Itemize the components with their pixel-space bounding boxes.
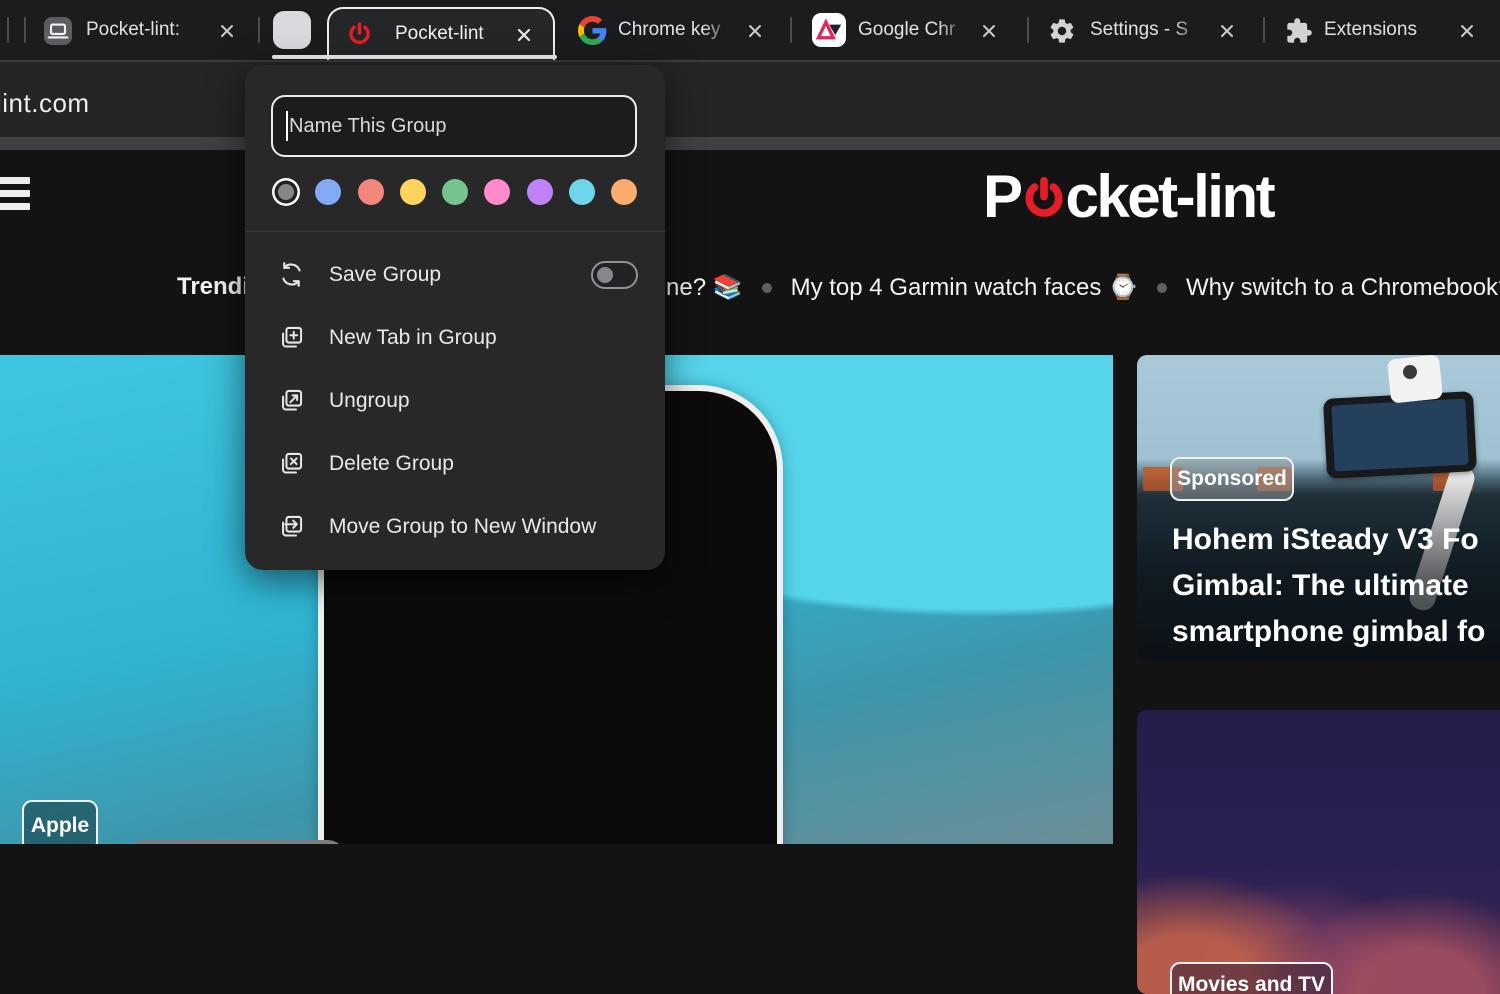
menu-item-label: Delete Group [329,451,454,475]
color-swatch-yellow[interactable] [399,179,426,205]
tab-title: Pocket-lint: [86,19,180,40]
gear-icon [1048,17,1076,45]
tab-separator [24,17,26,43]
power-icon [346,21,373,48]
color-swatch-cyan[interactable] [568,179,595,205]
logo-text-suffix: cket-lint [1065,162,1276,230]
tab-chrome-key[interactable]: Chrome key [570,0,775,60]
color-swatch-grey[interactable] [278,184,294,200]
tab-title: Google Chr [858,19,956,40]
pocket-lint-logo[interactable]: P cket-lint [983,162,1276,230]
puzzle-icon [1285,17,1313,45]
color-swatch-pink[interactable] [484,179,511,205]
tab-pocket-lint-active[interactable]: Pocket-lint [327,7,555,60]
low-battery-icon [125,840,347,844]
menu-item-delete-group[interactable]: Delete Group [245,432,665,495]
tab-group-editor-popup: Save Group New Tab in Group Ungroup [245,65,665,570]
color-swatch-green[interactable] [442,179,468,205]
menu-item-move-group-new-window[interactable]: Move Group to New Window [245,495,665,558]
browser-toolbar: lint.com [0,60,1500,137]
divider [245,231,665,232]
category-badge-movies-tv[interactable]: Movies and TV [1170,962,1333,994]
ungroup-icon [278,387,305,414]
tab-settings[interactable]: Settings - S [1044,0,1244,60]
move-group-icon [278,513,305,540]
tab-title: Chrome key [618,19,721,40]
menu-item-label: Save Group [329,262,442,286]
article-headline[interactable]: Hohem iSteady V3 Fo Gimbal: The ultimate… [1172,517,1485,655]
tab-separator [258,17,260,43]
tab-google-chrome[interactable]: Google Chr [808,0,1010,60]
sync-icon [278,261,305,288]
menu-item-save-group[interactable]: Save Group [245,243,665,306]
group-name-input[interactable] [271,95,637,157]
menu-item-label: New Tab in Group [329,325,497,349]
laptop-icon [44,17,72,45]
toolbar-bottom-strip [0,137,1500,150]
movies-article-card[interactable]: Movies and TV [1137,710,1500,994]
dot-separator [1156,282,1167,293]
tab-title: Extensions [1324,19,1417,40]
close-icon[interactable] [513,24,535,46]
sponsored-badge: Sponsored [1170,457,1294,501]
color-swatch-orange[interactable] [611,179,637,205]
tab-separator [1027,17,1029,43]
tab-separator [7,17,9,43]
category-badge-apple[interactable]: Apple [22,800,98,844]
menu-item-label: Move Group to New Window [329,514,597,538]
dot-separator [761,282,772,293]
close-icon[interactable] [744,20,766,42]
group-color-picker [273,177,637,207]
tab-strip: Pocket-lint: Pocket-lint Chrome key Goog… [0,0,1500,60]
av-logo-icon [812,13,846,47]
close-icon[interactable] [1216,20,1238,42]
power-icon [1023,175,1065,223]
color-swatch-red[interactable] [357,179,384,205]
tab-extensions[interactable]: Extensions [1280,0,1490,60]
close-icon[interactable] [216,20,238,42]
logo-text-prefix: P [983,162,1023,230]
tab-separator [1263,17,1265,43]
tab-pocket-lint-first[interactable]: Pocket-lint: [36,0,248,60]
close-icon[interactable] [1456,20,1478,42]
hamburger-menu-icon[interactable] [0,177,30,215]
tab-separator [790,17,792,43]
color-swatch-purple[interactable] [526,179,553,205]
google-g-icon [578,16,607,45]
menu-item-new-tab-in-group[interactable]: New Tab in Group [245,306,665,369]
color-swatch-blue[interactable] [315,179,342,205]
tab-title: Settings - S [1090,19,1189,40]
close-icon[interactable] [978,20,1000,42]
tab-group-chip[interactable] [273,11,311,49]
trending-item-fragment[interactable]: ne? 📚 [666,273,743,302]
gimbal-mount [1386,355,1444,404]
new-tab-in-group-icon [278,324,305,351]
page-content: P cket-lint Trending ne? 📚 My top 4 Garm… [0,150,1500,994]
text-caret [286,111,288,141]
sponsored-article-card[interactable]: Sponsored Hohem iSteady V3 Fo Gimbal: Th… [1137,355,1500,660]
tab-title: Pocket-lint [395,23,484,44]
trending-item[interactable]: Why switch to a Chromebook? 💻 [1186,273,1500,302]
delete-group-icon [278,450,305,477]
save-group-toggle[interactable] [591,260,638,289]
address-bar[interactable]: lint.com [0,88,90,119]
menu-item-label: Ungroup [329,388,410,412]
trending-bar: ne? 📚 My top 4 Garmin watch faces ⌚ Why … [666,273,1500,302]
tab-group-underline [272,55,557,59]
trending-item[interactable]: My top 4 Garmin watch faces ⌚ [791,273,1138,302]
menu-item-ungroup[interactable]: Ungroup [245,369,665,432]
